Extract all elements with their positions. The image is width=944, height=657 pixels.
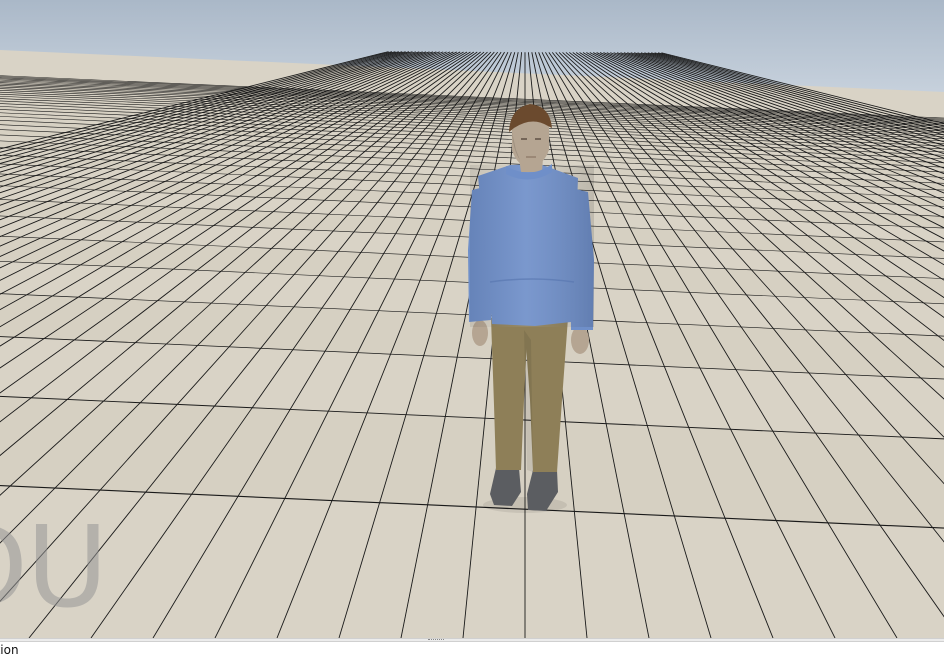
shirt-shading [470,165,594,327]
status-text: ction [0,643,19,657]
status-bar: ction [0,642,944,657]
3d-viewport[interactable]: DU [0,0,944,638]
scene-canvas[interactable] [0,0,944,638]
right-hand [571,326,589,354]
